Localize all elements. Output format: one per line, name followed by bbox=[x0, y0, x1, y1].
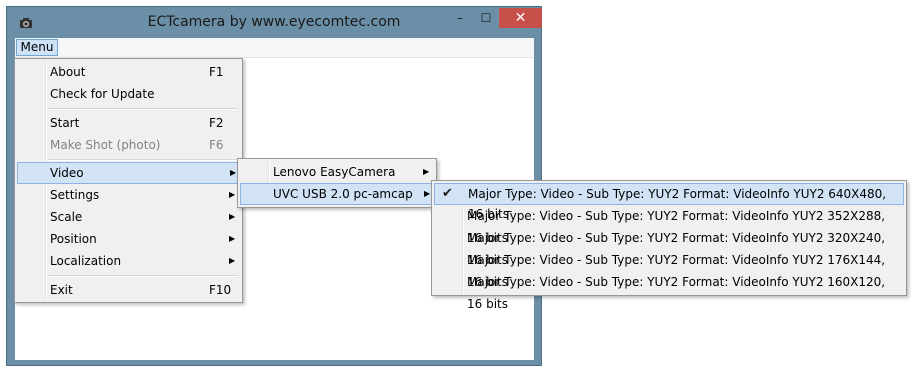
menu-item-label: Video bbox=[50, 166, 84, 180]
main-menu: About F1 Check for Update Start F2 Make … bbox=[14, 58, 243, 303]
menu-item-start[interactable]: Start F2 bbox=[17, 112, 240, 134]
menu-item-label: Check for Update bbox=[50, 87, 155, 101]
format-submenu: ✔ Major Type: Video - Sub Type: YUY2 For… bbox=[431, 180, 907, 311]
video-submenu: Lenovo EasyCamera ▶ UVC USB 2.0 pc-amcap… bbox=[237, 158, 437, 208]
menu-item-label: UVC USB 2.0 pc-amcap bbox=[273, 187, 413, 201]
menu-item-label: Settings bbox=[50, 188, 100, 202]
menu-item-scale[interactable]: Scale ▶ bbox=[17, 206, 240, 228]
menu-separator bbox=[48, 275, 238, 277]
menu-item-lenovo-easycamera[interactable]: Lenovo EasyCamera ▶ bbox=[240, 161, 434, 183]
menu-item-uvc-usb-camera[interactable]: UVC USB 2.0 pc-amcap ▶ bbox=[240, 183, 434, 205]
menu-item-shortcut: F2 bbox=[209, 116, 224, 130]
menu-item-shortcut: F1 bbox=[209, 65, 224, 79]
menu-item-label: About bbox=[50, 65, 86, 79]
menu-item-settings[interactable]: Settings ▶ bbox=[17, 184, 240, 206]
menu-item-shortcut: F10 bbox=[209, 283, 232, 297]
menu-item-make-shot: Make Shot (photo) F6 bbox=[17, 134, 240, 156]
menu-item-label: Localization bbox=[50, 254, 122, 268]
menu-item-label: Scale bbox=[50, 210, 83, 224]
minimize-icon: – bbox=[457, 11, 463, 25]
menu-item-label: Exit bbox=[50, 283, 73, 297]
menu-item-format-320x240[interactable]: Major Type: Video - Sub Type: YUY2 Forma… bbox=[434, 227, 904, 267]
menu-item-label: Major Type: Video - Sub Type: YUY2 Forma… bbox=[467, 275, 886, 311]
maximize-icon: ☐ bbox=[480, 11, 492, 25]
close-icon: ✕ bbox=[514, 10, 527, 26]
menu-item-video[interactable]: Video ▶ bbox=[17, 162, 240, 184]
minimize-button[interactable]: – bbox=[447, 8, 473, 28]
close-button[interactable]: ✕ bbox=[499, 8, 542, 28]
menu-separator bbox=[48, 108, 238, 110]
submenu-arrow-icon: ▶ bbox=[230, 168, 237, 177]
submenu-arrow-icon: ▶ bbox=[229, 234, 236, 243]
menu-bar: Menu bbox=[15, 38, 534, 58]
checkmark-icon: ✔ bbox=[442, 186, 453, 201]
submenu-arrow-icon: ▶ bbox=[229, 212, 236, 221]
menu-item-format-160x120[interactable]: Major Type: Video - Sub Type: YUY2 Forma… bbox=[434, 271, 904, 311]
maximize-button[interactable]: ☐ bbox=[473, 8, 499, 28]
menu-item-position[interactable]: Position ▶ bbox=[17, 228, 240, 250]
menu-item-label: Position bbox=[50, 232, 97, 246]
menu-item-format-352x288[interactable]: Major Type: Video - Sub Type: YUY2 Forma… bbox=[434, 205, 904, 245]
menu-item-localization[interactable]: Localization ▶ bbox=[17, 250, 240, 272]
menu-item-label: Start bbox=[50, 116, 80, 130]
menu-item-about[interactable]: About F1 bbox=[17, 61, 240, 83]
submenu-arrow-icon: ▶ bbox=[229, 256, 236, 265]
menu-item-exit[interactable]: Exit F10 bbox=[17, 279, 240, 301]
menu-item-label: Make Shot (photo) bbox=[50, 138, 161, 152]
title-bar[interactable]: ECTcamera by www.eyecomtec.com – ☐ ✕ bbox=[7, 7, 542, 39]
menu-item-format-176x144[interactable]: Major Type: Video - Sub Type: YUY2 Forma… bbox=[434, 249, 904, 289]
submenu-arrow-icon: ▶ bbox=[423, 167, 430, 176]
menu-separator bbox=[48, 159, 238, 161]
submenu-arrow-icon: ▶ bbox=[424, 189, 431, 198]
menu-button[interactable]: Menu bbox=[16, 39, 58, 56]
submenu-arrow-icon: ▶ bbox=[229, 190, 236, 199]
menu-item-shortcut: F6 bbox=[209, 138, 224, 152]
menu-item-label: Lenovo EasyCamera bbox=[273, 165, 396, 179]
menu-item-check-for-update[interactable]: Check for Update bbox=[17, 83, 240, 105]
menu-item-format-640x480[interactable]: ✔ Major Type: Video - Sub Type: YUY2 For… bbox=[434, 183, 904, 221]
